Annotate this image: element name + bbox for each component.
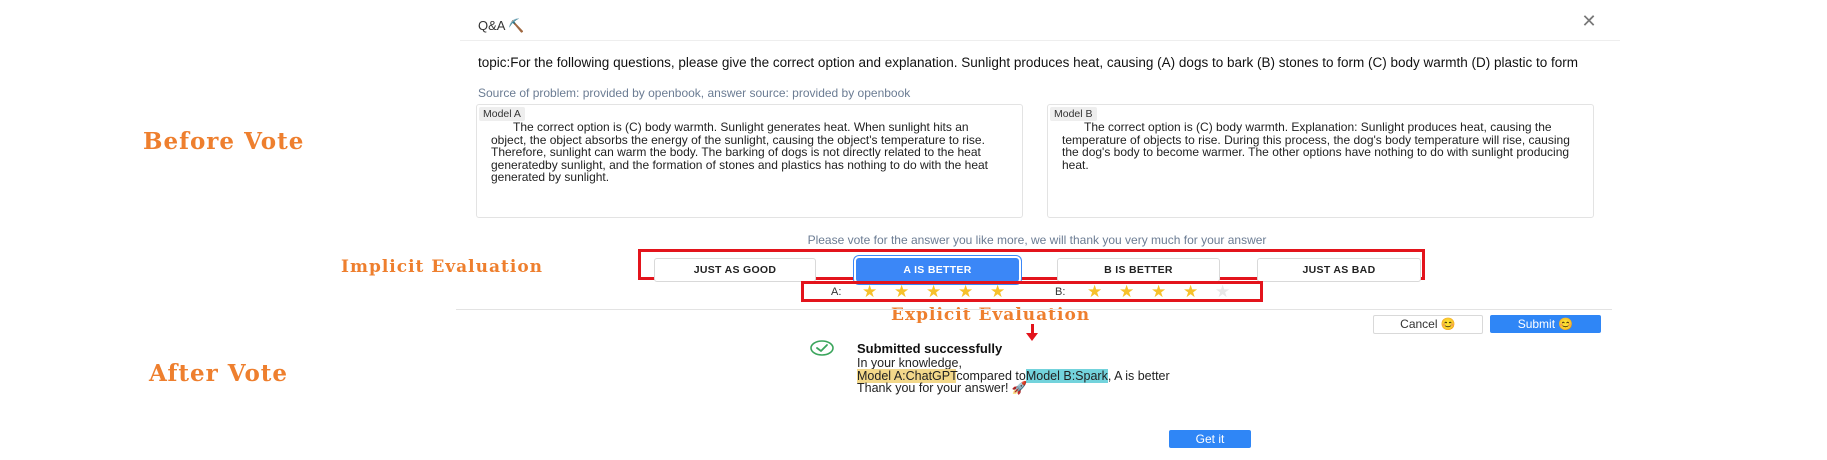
model-b-tag: Model B xyxy=(1050,107,1097,121)
success-message: In your knowledge, Model A:ChatGPTcompar… xyxy=(857,357,1267,395)
verdict-text: , A is better xyxy=(1107,368,1170,383)
header-divider xyxy=(460,40,1620,41)
implicit-evaluation-label: Implicit Evaluation xyxy=(341,257,544,277)
model-a-tag: Model A xyxy=(479,107,525,121)
before-vote-label: Before Vote xyxy=(143,128,305,155)
cancel-button[interactable]: Cancel 😊 xyxy=(1373,315,1483,334)
rating-a-stars: ★ ★ ★ ★ ★ xyxy=(862,283,1022,302)
check-circle-icon xyxy=(810,340,834,356)
rating-b-star-icon[interactable]: ★ xyxy=(1119,283,1134,301)
rating-b-stars: ★ ★ ★ ★ ★ xyxy=(1087,283,1247,302)
arrow-head-icon xyxy=(1026,333,1038,341)
get-it-button[interactable]: Get it xyxy=(1169,430,1251,448)
close-icon[interactable]: ✕ xyxy=(1580,12,1598,30)
vote-b-is-better-button[interactable]: B IS BETTER xyxy=(1057,258,1220,282)
rating-b-label: B: xyxy=(1055,286,1066,298)
question-source: Source of problem: provided by openbook,… xyxy=(478,86,911,100)
after-vote-label: After Vote xyxy=(149,360,289,387)
rating-a-star-icon[interactable]: ★ xyxy=(990,283,1005,301)
explicit-evaluation-label: Explicit Evaluation xyxy=(891,305,1091,325)
model-b-name: Model B:Spark xyxy=(1025,368,1108,383)
rating-b-star-icon[interactable]: ★ xyxy=(1183,283,1198,301)
rating-b-star-icon[interactable]: ★ xyxy=(1087,283,1102,301)
rating-b-star-icon[interactable]: ★ xyxy=(1151,283,1166,301)
question-topic: topic:For the following questions, pleas… xyxy=(478,55,1579,70)
rating-a-star-icon[interactable]: ★ xyxy=(862,283,877,301)
vote-just-as-bad-button[interactable]: JUST AS BAD xyxy=(1257,258,1421,282)
model-b-card: Model B The correct option is (C) body w… xyxy=(1047,104,1594,218)
vote-just-as-good-button[interactable]: JUST AS GOOD xyxy=(654,258,816,282)
model-b-answer: The correct option is (C) body warmth. E… xyxy=(1062,120,1570,172)
vote-a-is-better-button[interactable]: A IS BETTER xyxy=(856,258,1019,282)
implicit-evaluation-box: JUST AS GOOD A IS BETTER B IS BETTER JUS… xyxy=(638,249,1425,282)
rating-a-star-icon[interactable]: ★ xyxy=(926,283,941,301)
footer-divider xyxy=(456,309,1612,310)
vote-prompt: Please vote for the answer you like more… xyxy=(807,233,1267,247)
success-line-1: In your knowledge, xyxy=(857,356,962,370)
submit-button[interactable]: Submit 😊 xyxy=(1490,315,1601,333)
rating-b-star-icon[interactable]: ★ xyxy=(1215,283,1230,301)
success-thanks: Thank you for your answer! 🚀 xyxy=(857,381,1028,395)
rating-a-star-icon[interactable]: ★ xyxy=(894,283,909,301)
dialog-title: Q&A ⛏️ xyxy=(478,18,525,33)
rating-a-label: A: xyxy=(831,286,842,298)
explicit-evaluation-box: A: ★ ★ ★ ★ ★ B: ★ ★ ★ ★ ★ xyxy=(801,281,1263,302)
rating-a-star-icon[interactable]: ★ xyxy=(958,283,973,301)
model-a-card: Model A The correct option is (C) body w… xyxy=(476,104,1023,218)
success-title: Submitted successfully xyxy=(857,341,1003,356)
model-a-answer: The correct option is (C) body warmth. S… xyxy=(491,120,988,185)
